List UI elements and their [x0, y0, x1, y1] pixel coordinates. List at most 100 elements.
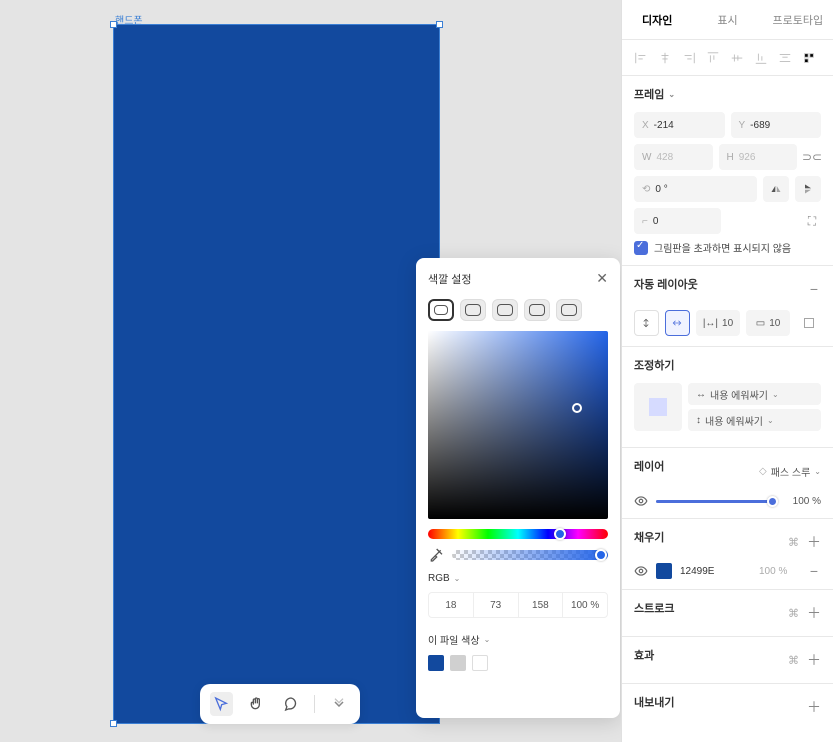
more-tools[interactable]	[327, 692, 350, 716]
close-icon[interactable]: ✕	[596, 270, 608, 287]
tab-prototype[interactable]: 프로토타입	[763, 0, 833, 39]
remove-auto-layout-icon[interactable]: −	[807, 281, 821, 297]
opacity-handle[interactable]	[767, 496, 778, 507]
adjust-section: 조정하기 ↔내용 에워싸기⌄ ↕내용 에워싸기⌄	[622, 347, 833, 448]
add-stroke-icon[interactable]: ＋	[807, 603, 821, 623]
align-bottom-icon[interactable]	[754, 51, 768, 65]
x-input[interactable]: X-214	[634, 112, 725, 138]
radial-fill-mode[interactable]	[492, 299, 518, 321]
clip-checkbox[interactable]	[634, 241, 648, 255]
distribute-icon[interactable]	[778, 51, 792, 65]
export-section: 내보내기 ＋	[622, 684, 833, 730]
angular-fill-mode[interactable]	[524, 299, 550, 321]
chevron-down-icon: ⌄	[484, 635, 491, 644]
stroke-title: 스트로크	[634, 600, 674, 616]
fill-opacity-input[interactable]: 100 %	[759, 566, 799, 577]
color-area-cursor[interactable]	[572, 403, 582, 413]
eyedropper-icon[interactable]	[428, 547, 444, 563]
chevron-down-icon: ⌄	[668, 90, 675, 99]
flip-v-icon[interactable]	[795, 176, 821, 202]
tidy-icon[interactable]	[802, 51, 816, 65]
file-swatch-2[interactable]	[450, 655, 466, 671]
fill-swatch[interactable]	[656, 563, 672, 579]
align-center-v-icon[interactable]	[730, 51, 744, 65]
add-effect-icon[interactable]: ＋	[807, 650, 821, 670]
adjust-title: 조정하기	[634, 357, 821, 373]
add-fill-icon[interactable]: ＋	[807, 532, 821, 552]
alpha-slider[interactable]	[452, 550, 608, 560]
auto-layout-section: 자동 레이아웃 − |↔|10 ▭10	[622, 266, 833, 347]
add-export-icon[interactable]: ＋	[807, 697, 821, 717]
y-input[interactable]: Y-689	[731, 112, 822, 138]
flip-h-icon[interactable]	[763, 176, 789, 202]
color-picker-panel: 색깔 설정 ✕ RGB ⌄ 18 73 158 100 % 이 파일 색상 ⌄	[416, 258, 620, 718]
al-vertical-icon[interactable]	[634, 310, 659, 336]
droplet-icon: ◇	[759, 466, 767, 477]
blend-mode-select[interactable]: ◇ 패스 스루 ⌄	[759, 464, 821, 479]
color-a-input[interactable]: 100 %	[563, 593, 607, 617]
file-swatch-3[interactable]	[472, 655, 488, 671]
effect-section: 효과 ⌘ ＋	[622, 637, 833, 684]
panel-tabs: 디자인 표시 프로토타입	[622, 0, 833, 40]
al-horizontal-icon[interactable]	[665, 310, 690, 336]
h-input[interactable]: H926	[719, 144, 798, 170]
fill-title: 채우기	[634, 529, 664, 545]
resize-handle-tr[interactable]	[436, 21, 443, 28]
frame-section-title[interactable]: 프레임 ⌄	[634, 86, 821, 102]
solid-fill-mode[interactable]	[428, 299, 454, 321]
align-left-icon[interactable]	[634, 51, 648, 65]
tab-display[interactable]: 표시	[692, 0, 762, 39]
clip-content-row[interactable]: 그림판을 초과하면 표시되지 않음	[634, 240, 821, 255]
align-top-icon[interactable]	[706, 51, 720, 65]
hue-slider[interactable]	[428, 529, 608, 539]
style-icon[interactable]: ⌘	[788, 607, 799, 620]
file-swatch-1[interactable]	[428, 655, 444, 671]
tab-design[interactable]: 디자인	[622, 0, 692, 39]
chevron-down-icon: ⌄	[814, 467, 821, 476]
horizontal-resize-select[interactable]: ↔내용 에워싸기⌄	[688, 383, 821, 405]
resize-handle-tl[interactable]	[110, 21, 117, 28]
remove-fill-icon[interactable]: −	[807, 563, 821, 579]
vertical-resize-select[interactable]: ↕내용 에워싸기⌄	[688, 409, 821, 431]
effect-title: 효과	[634, 647, 654, 663]
selected-frame[interactable]	[113, 24, 440, 724]
alpha-handle[interactable]	[595, 549, 607, 561]
color-panel-title: 색깔 설정	[428, 271, 472, 287]
color-b-input[interactable]: 158	[519, 593, 564, 617]
opacity-value[interactable]: 100 %	[781, 496, 821, 507]
hand-tool[interactable]	[245, 692, 268, 716]
individual-corners-icon[interactable]: ⛶	[803, 208, 821, 234]
al-settings-icon[interactable]	[796, 310, 821, 336]
image-fill-mode[interactable]	[556, 299, 582, 321]
fill-section: 채우기 ⌘ ＋ 12499E 100 % −	[622, 519, 833, 590]
color-format-select[interactable]: RGB ⌄	[428, 573, 608, 584]
align-right-icon[interactable]	[682, 51, 696, 65]
color-r-input[interactable]: 18	[429, 593, 474, 617]
visibility-icon[interactable]	[634, 494, 648, 508]
comment-tool[interactable]	[280, 692, 303, 716]
alignment-grid[interactable]	[634, 383, 682, 431]
horizontal-gap-input[interactable]: |↔|10	[696, 310, 740, 336]
vertical-gap-input[interactable]: ▭10	[746, 310, 790, 336]
fill-hex-input[interactable]: 12499E	[680, 566, 751, 577]
color-saturation-area[interactable]	[428, 331, 608, 519]
w-input[interactable]: W428	[634, 144, 713, 170]
opacity-slider[interactable]	[656, 500, 773, 503]
stroke-section: 스트로크 ⌘ ＋	[622, 590, 833, 637]
export-title: 내보내기	[634, 694, 674, 710]
align-center-h-icon[interactable]	[658, 51, 672, 65]
hue-handle[interactable]	[554, 528, 566, 540]
link-dimensions-icon[interactable]: ⊃⊂	[803, 144, 821, 170]
radius-input[interactable]: ⌐0	[634, 208, 721, 234]
alignment-row	[622, 40, 833, 76]
style-icon[interactable]: ⌘	[788, 654, 799, 667]
color-g-input[interactable]: 73	[474, 593, 519, 617]
rotation-input[interactable]: ⟲0 °	[634, 176, 757, 202]
file-colors-label[interactable]: 이 파일 색상 ⌄	[428, 632, 608, 647]
fill-visibility-icon[interactable]	[634, 564, 648, 578]
pointer-tool[interactable]	[210, 692, 233, 716]
linear-fill-mode[interactable]	[460, 299, 486, 321]
frame-section: 프레임 ⌄ X-214 Y-689 W428 H926 ⊃⊂ ⟲0 ° ⌐0 ⛶…	[622, 76, 833, 266]
style-icon[interactable]: ⌘	[788, 536, 799, 549]
resize-handle-bl[interactable]	[110, 720, 117, 727]
